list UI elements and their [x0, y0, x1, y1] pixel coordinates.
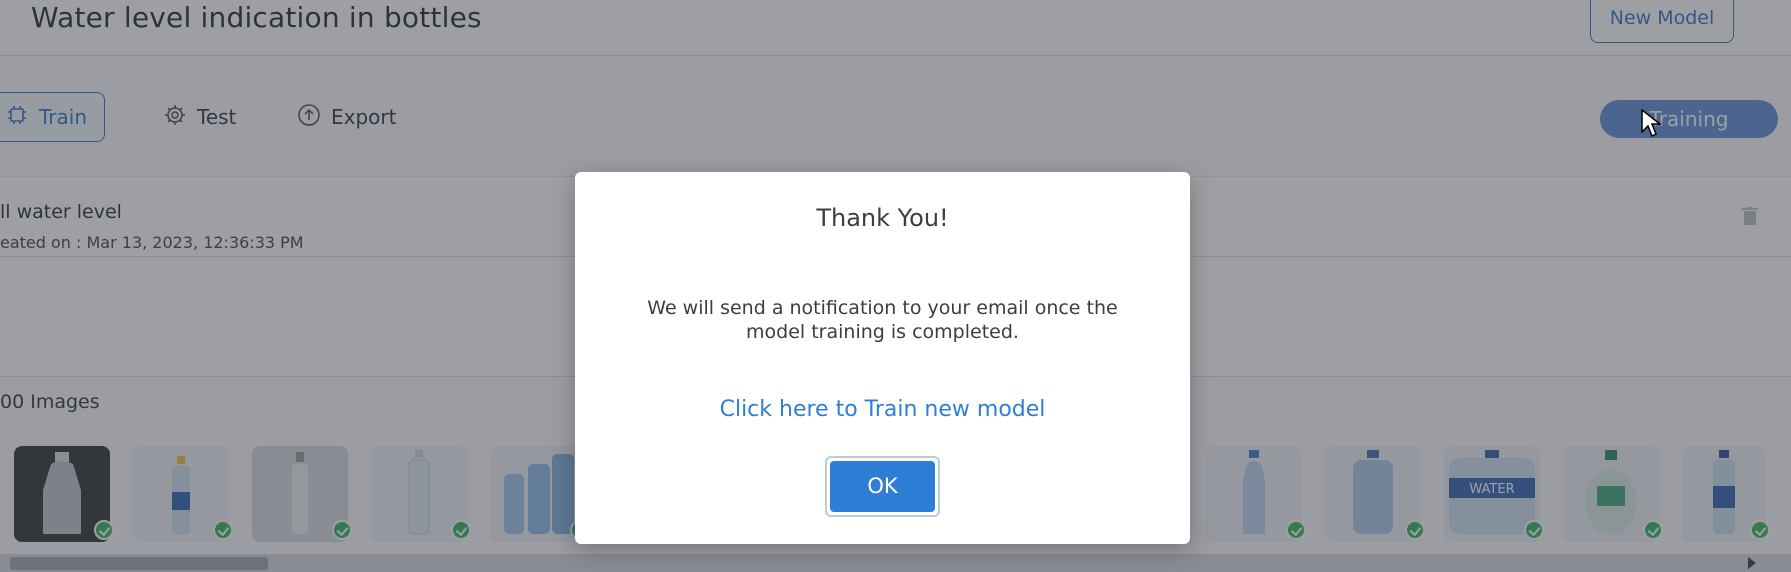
ok-button[interactable]: OK [825, 456, 940, 517]
ok-button-label: OK [830, 461, 935, 512]
mouse-cursor-icon [1641, 108, 1662, 138]
train-new-model-link[interactable]: Click here to Train new model [575, 397, 1190, 422]
dialog-title: Thank You! [816, 204, 949, 232]
dialog-message: We will send a notification to your emai… [647, 297, 1118, 343]
thank-you-dialog: Thank You! We will send a notification t… [575, 172, 1190, 544]
